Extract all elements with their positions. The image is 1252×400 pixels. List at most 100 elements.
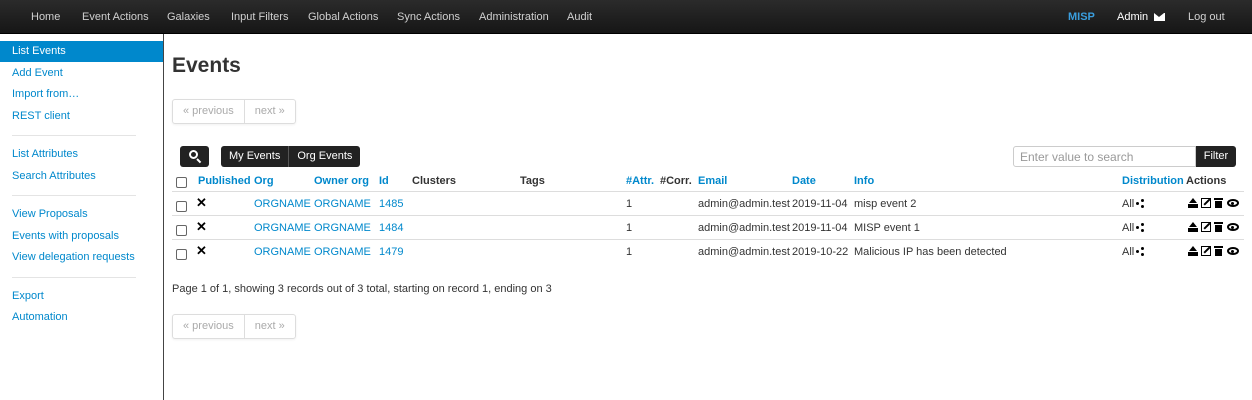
sidebar-item-list-events[interactable]: List Events: [0, 41, 163, 62]
edit-icon[interactable]: [1201, 222, 1211, 232]
email-cell: admin@admin.test: [698, 222, 790, 234]
trash-icon[interactable]: [1214, 198, 1224, 208]
table-row: ✕ ORGNAME ORGNAME 1485 1 admin@admin.tes…: [172, 191, 1244, 215]
top-navbar: Home Event Actions Galaxies Input Filter…: [0, 0, 1252, 34]
sidebar-item-export[interactable]: Export: [0, 286, 163, 307]
owner-org-link[interactable]: ORGNAME: [314, 216, 371, 240]
next-page-link[interactable]: next »: [243, 100, 295, 123]
previous-page-link[interactable]: « previous: [173, 315, 244, 338]
nav-administration[interactable]: Administration: [479, 0, 549, 34]
table-row: ✕ ORGNAME ORGNAME 1484 1 admin@admin.tes…: [172, 215, 1244, 239]
event-id-link[interactable]: 1479: [379, 240, 403, 264]
row-checkbox[interactable]: [176, 225, 187, 236]
column-distribution[interactable]: Distribution: [1122, 169, 1184, 193]
date-cell: 2019-11-04: [792, 198, 848, 210]
nav-galaxies[interactable]: Galaxies: [167, 0, 210, 34]
row-checkbox[interactable]: [176, 201, 187, 212]
sidebar-item-view-proposals[interactable]: View Proposals: [0, 204, 163, 225]
trash-icon[interactable]: [1214, 222, 1224, 232]
distribution-label: All: [1122, 222, 1135, 234]
pagination-top: « previous next »: [172, 99, 296, 124]
attr-count: 1: [626, 222, 633, 234]
previous-page-link[interactable]: « previous: [173, 100, 244, 123]
search-input[interactable]: [1013, 146, 1196, 167]
org-events-button[interactable]: Org Events: [288, 146, 360, 167]
event-scope-group: My Events Org Events: [221, 146, 361, 167]
next-page-link[interactable]: next »: [243, 315, 295, 338]
event-id-link[interactable]: 1484: [379, 216, 403, 240]
distribution-cell: All: [1122, 192, 1145, 216]
email-cell: admin@admin.test: [698, 198, 790, 210]
nav-input-filters[interactable]: Input Filters: [231, 0, 288, 34]
attr-count: 1: [626, 198, 633, 210]
column-attr[interactable]: #Attr.: [626, 169, 654, 193]
info-cell: Malicious IP has been detected: [854, 246, 1007, 258]
column-org[interactable]: Org: [254, 169, 274, 193]
sidebar-item-import[interactable]: Import from…: [0, 84, 163, 105]
column-date[interactable]: Date: [792, 169, 816, 193]
table-row: ✕ ORGNAME ORGNAME 1479 1 admin@admin.tes…: [172, 239, 1244, 263]
attr-count: 1: [626, 246, 633, 258]
info-cell: misp event 2: [854, 198, 917, 210]
nav-sync-actions[interactable]: Sync Actions: [397, 0, 460, 34]
unpublished-icon: ✕: [196, 195, 207, 210]
pagination-summary: Page 1 of 1, showing 3 records out of 3 …: [172, 283, 552, 295]
sidebar-item-events-with-proposals[interactable]: Events with proposals: [0, 226, 163, 247]
column-corr: #Corr.: [660, 175, 692, 187]
column-clusters: Clusters: [412, 175, 457, 187]
distribution-cell: All: [1122, 216, 1145, 240]
trash-icon[interactable]: [1214, 246, 1224, 256]
column-email[interactable]: Email: [698, 169, 727, 193]
row-checkbox[interactable]: [176, 249, 187, 260]
org-link[interactable]: ORGNAME: [254, 192, 311, 216]
column-published[interactable]: Published: [198, 169, 251, 193]
envelope-icon[interactable]: [1154, 13, 1165, 21]
filter-button[interactable]: Filter: [1196, 146, 1236, 167]
publish-icon[interactable]: [1188, 198, 1198, 208]
owner-org-link[interactable]: ORGNAME: [314, 192, 371, 216]
org-link[interactable]: ORGNAME: [254, 216, 311, 240]
edit-icon[interactable]: [1201, 198, 1211, 208]
sidebar-item-automation[interactable]: Automation: [0, 307, 163, 328]
event-id-link[interactable]: 1485: [379, 192, 403, 216]
email-cell: admin@admin.test: [698, 246, 790, 258]
sidebar-item-delegation-requests[interactable]: View delegation requests: [0, 247, 163, 268]
sidebar-item-rest-client[interactable]: REST client: [0, 106, 163, 127]
column-info[interactable]: Info: [854, 169, 874, 193]
sidebar: List Events Add Event Import from… REST …: [0, 34, 164, 400]
publish-icon[interactable]: [1188, 222, 1198, 232]
org-link[interactable]: ORGNAME: [254, 240, 311, 264]
nav-event-actions[interactable]: Event Actions: [82, 0, 149, 34]
brand-link[interactable]: MISP: [1068, 0, 1095, 34]
nav-global-actions[interactable]: Global Actions: [308, 0, 378, 34]
column-owner-org[interactable]: Owner org: [314, 169, 369, 193]
search-icon: [189, 150, 198, 159]
sidebar-item-add-event[interactable]: Add Event: [0, 63, 163, 84]
select-all-checkbox[interactable]: [176, 177, 187, 188]
nav-home[interactable]: Home: [31, 0, 60, 34]
sidebar-item-search-attributes[interactable]: Search Attributes: [0, 166, 163, 187]
date-cell: 2019-10-22: [792, 246, 849, 258]
share-icon: [1136, 223, 1145, 232]
pagination-bottom: « previous next »: [172, 314, 296, 339]
logout-link[interactable]: Log out: [1188, 0, 1225, 34]
sidebar-item-list-attributes[interactable]: List Attributes: [0, 144, 163, 165]
search-toggle-button[interactable]: [180, 146, 209, 167]
owner-org-link[interactable]: ORGNAME: [314, 240, 371, 264]
nav-audit[interactable]: Audit: [567, 0, 592, 34]
edit-icon[interactable]: [1201, 246, 1211, 256]
column-id[interactable]: Id: [379, 169, 389, 193]
unpublished-icon: ✕: [196, 243, 207, 258]
column-tags: Tags: [520, 175, 545, 187]
share-icon: [1136, 199, 1145, 208]
user-link[interactable]: Admin: [1117, 0, 1148, 34]
eye-icon[interactable]: [1227, 223, 1239, 231]
eye-icon[interactable]: [1227, 199, 1239, 207]
share-icon: [1136, 247, 1145, 256]
publish-icon[interactable]: [1188, 246, 1198, 256]
eye-icon[interactable]: [1227, 247, 1239, 255]
sidebar-divider: [12, 195, 136, 196]
row-actions: [1188, 198, 1239, 208]
my-events-button[interactable]: My Events: [221, 146, 288, 167]
sidebar-divider: [12, 277, 136, 278]
